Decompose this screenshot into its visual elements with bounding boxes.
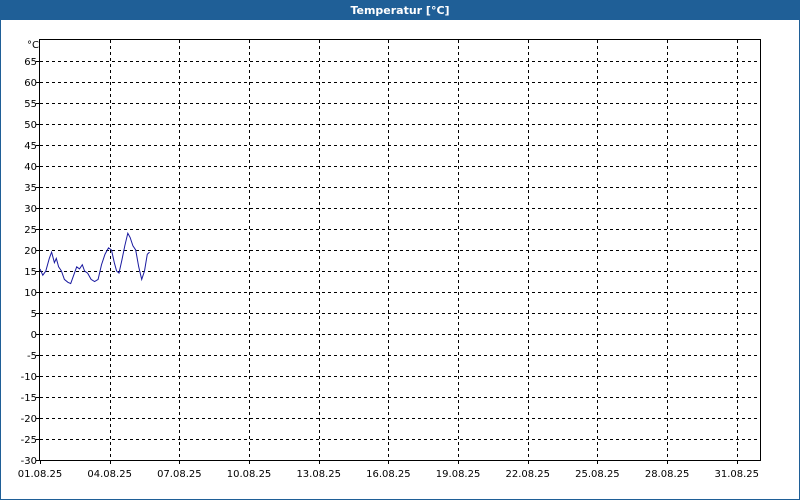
- x-tick-label: 19.08.25: [436, 469, 481, 480]
- y-axis-unit-label: °C: [27, 40, 39, 51]
- y-tick-label: 15: [24, 267, 37, 278]
- x-tick-label: 25.08.25: [575, 469, 620, 480]
- x-tick-label: 28.08.25: [645, 469, 690, 480]
- y-tick-label: -5: [27, 351, 37, 362]
- x-tick-label: 31.08.25: [715, 469, 760, 480]
- x-tick-label: 10.08.25: [227, 469, 272, 480]
- y-tick-label: 65: [24, 57, 37, 68]
- y-tick-label: -20: [21, 414, 37, 425]
- y-tick-label: 60: [24, 78, 37, 89]
- x-tick-label: 16.08.25: [366, 469, 411, 480]
- tick-marks: [36, 61, 738, 464]
- y-tick-label: 45: [24, 141, 37, 152]
- x-tick-label: 22.08.25: [505, 469, 550, 480]
- y-tick-label: 55: [24, 99, 37, 110]
- x-tick-label: 01.08.25: [18, 469, 63, 480]
- y-tick-label: 35: [24, 183, 37, 194]
- x-tick-label: 13.08.25: [296, 469, 341, 480]
- y-tick-labels: -30 -25 -20 -15 -10 -5 0 5 10 15 20 25 30 35 40 45 50 55 6…: [21, 57, 37, 467]
- y-tick-label: 10: [24, 288, 37, 299]
- y-tick-label: -15: [21, 393, 37, 404]
- grid-lines: [40, 40, 760, 460]
- x-tick-label: 07.08.25: [157, 469, 202, 480]
- y-tick-label: 20: [24, 246, 37, 257]
- x-tick-label: 04.08.25: [87, 469, 132, 480]
- y-tick-label: 30: [24, 204, 37, 215]
- x-tick-labels: 01.08.25 04.08.25 07.08.25 10.08.25 13.08.25…: [18, 469, 759, 480]
- y-tick-label: -10: [21, 372, 37, 383]
- temperature-series-line: [39, 231, 150, 285]
- temperature-chart: -30 -25 -20 -15 -10 -5 0 5 10 15 20 25 30 35 40 45 50 55 6…: [18, 39, 761, 480]
- y-tick-label: -25: [21, 435, 37, 446]
- y-tick-label: 0: [31, 330, 37, 341]
- y-tick-label: 40: [24, 162, 37, 173]
- y-tick-label: -30: [21, 456, 37, 467]
- series-lines: [39, 231, 150, 285]
- y-tick-label: 25: [24, 225, 37, 236]
- y-tick-label: 50: [24, 120, 37, 131]
- y-tick-label: 5: [31, 309, 37, 320]
